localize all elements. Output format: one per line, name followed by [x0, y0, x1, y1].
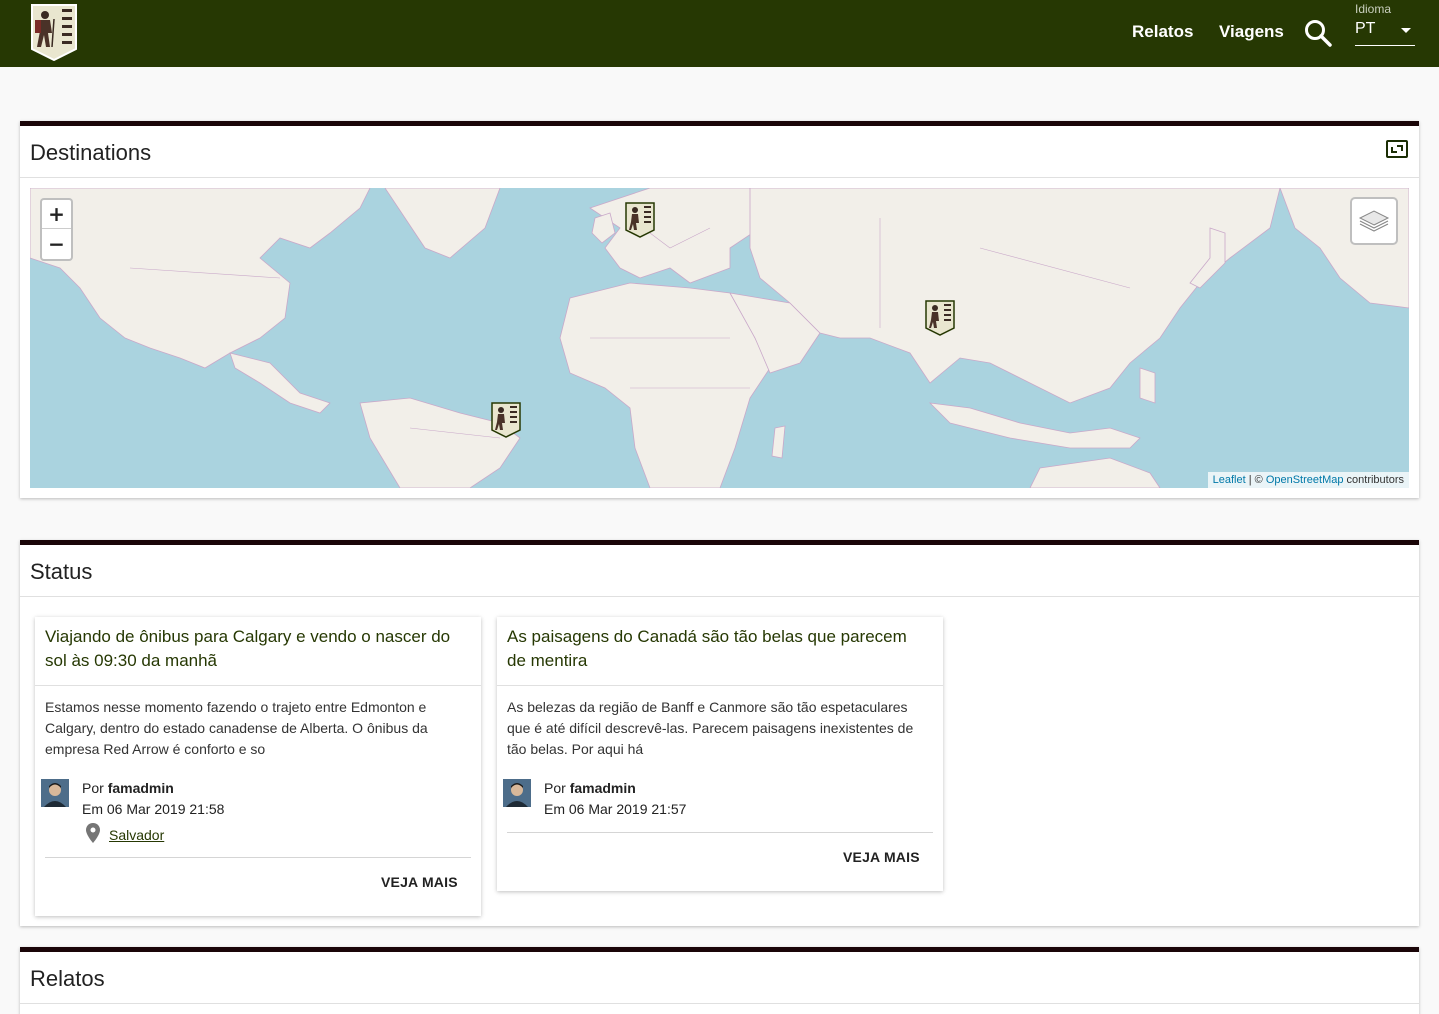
status-panel: Status Viajando de ônibus para Calgary e… — [20, 540, 1419, 926]
status-card-excerpt: Estamos nesse momento fazendo o trajeto … — [45, 699, 428, 757]
language-select[interactable]: PT — [1355, 18, 1415, 46]
author-line: Por famadmin — [544, 780, 636, 796]
panel-divider — [20, 596, 1419, 597]
destinations-panel: Destinations + − Leaflet | © OpenStreetM… — [20, 121, 1419, 498]
map-attribution: Leaflet | © OpenStreetMap contributors — [1207, 472, 1409, 488]
nav-viagens-link[interactable]: Viagens — [1219, 22, 1284, 42]
map-tiles — [30, 188, 1409, 488]
fullscreen-icon[interactable] — [1386, 140, 1408, 158]
veja-mais-button[interactable]: VEJA MAIS — [381, 874, 458, 890]
search-icon[interactable] — [1303, 18, 1333, 48]
hiker-marker-icon[interactable] — [925, 300, 955, 336]
layers-icon[interactable] — [1350, 197, 1398, 245]
card-divider — [45, 857, 471, 858]
avatar — [41, 779, 69, 807]
nav-relatos-link[interactable]: Relatos — [1132, 22, 1193, 42]
destinations-title: Destinations — [30, 140, 152, 165]
zoom-in-button[interactable]: + — [42, 200, 71, 229]
status-title: Status — [30, 559, 93, 584]
avatar — [503, 779, 531, 807]
hiker-marker-icon[interactable] — [491, 402, 521, 438]
location-pin-icon — [86, 823, 100, 843]
relatos-panel: Relatos — [20, 947, 1419, 1014]
attribution-suffix: contributors — [1343, 474, 1404, 486]
author-prefix: Por — [82, 780, 108, 796]
leaflet-link[interactable]: Leaflet — [1213, 474, 1246, 486]
language-value: PT — [1355, 20, 1376, 37]
openstreetmap-link[interactable]: OpenStreetMap — [1266, 474, 1344, 486]
relatos-title: Relatos — [30, 966, 105, 991]
language-label: Idioma — [1355, 2, 1392, 16]
place-link[interactable]: Salvador — [109, 827, 164, 843]
status-card: As paisagens do Canadá são tão belas que… — [497, 617, 943, 891]
world-map[interactable]: + − Leaflet | © OpenStreetMap contributo… — [30, 188, 1409, 488]
hiker-logo-icon[interactable] — [30, 3, 78, 62]
chevron-down-icon — [1401, 28, 1411, 33]
post-date: Em 06 Mar 2019 21:58 — [82, 801, 225, 817]
panel-divider — [20, 177, 1419, 178]
author-prefix: Por — [544, 780, 570, 796]
top-navigation-bar: Relatos Viagens Idioma PT — [0, 0, 1439, 67]
zoom-out-button[interactable]: − — [42, 230, 71, 259]
status-card: Viajando de ônibus para Calgary e vendo … — [35, 617, 481, 916]
author-line: Por famadmin — [82, 780, 174, 796]
status-card-excerpt: As belezas da região de Banff e Canmore … — [507, 699, 914, 757]
author-name: famadmin — [107, 780, 174, 796]
attribution-separator: | © — [1245, 474, 1266, 486]
status-card-title[interactable]: Viajando de ônibus para Calgary e vendo … — [45, 625, 465, 673]
post-date: Em 06 Mar 2019 21:57 — [544, 801, 687, 817]
card-divider — [35, 685, 481, 686]
zoom-control: + − — [40, 198, 73, 261]
status-card-title[interactable]: As paisagens do Canadá são tão belas que… — [507, 625, 927, 673]
card-divider — [507, 832, 933, 833]
panel-divider — [20, 1003, 1419, 1004]
veja-mais-button[interactable]: VEJA MAIS — [843, 849, 920, 865]
card-divider — [497, 685, 943, 686]
hiker-marker-icon[interactable] — [625, 202, 655, 238]
author-name: famadmin — [569, 780, 636, 796]
